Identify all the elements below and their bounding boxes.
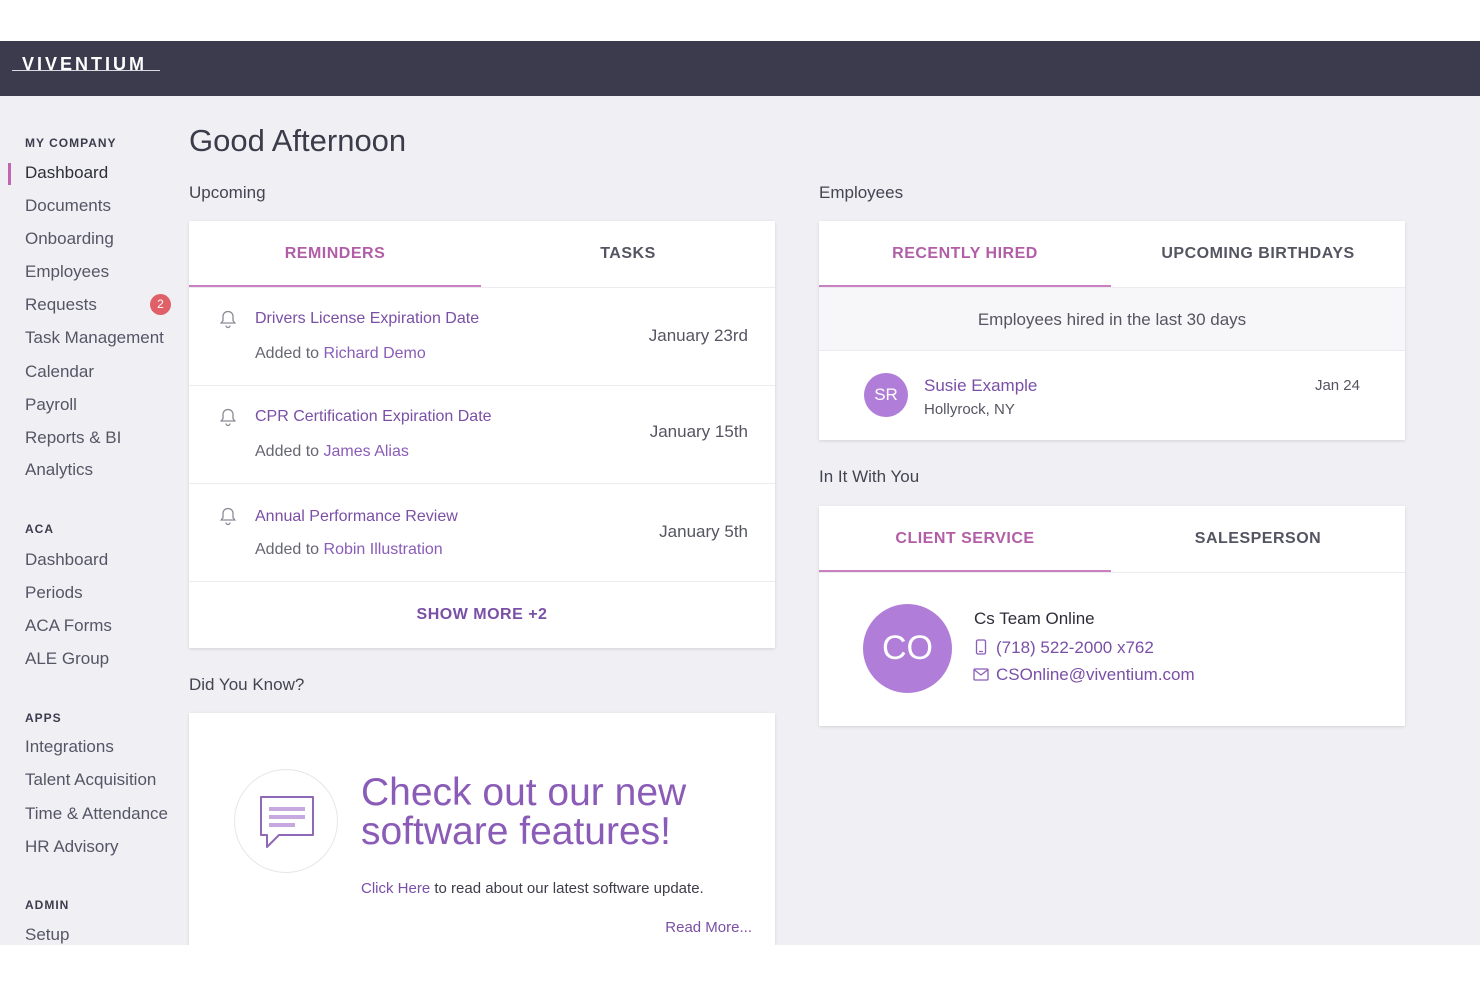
sidebar-item-periods[interactable]: Periods — [25, 583, 83, 603]
hire-date: Jan 24 — [1314, 377, 1360, 394]
added-to-label: Added to — [255, 345, 320, 362]
reminder-subtitle: Added to Robin Illustration — [255, 541, 443, 559]
logo-underline — [12, 70, 160, 71]
hired-subtitle-bar: Employees hired in the last 30 days — [819, 287, 1405, 351]
top-bar: VIVENTIUM — [0, 41, 1480, 96]
sidebar-item-hr-advisory[interactable]: HR Advisory — [25, 837, 119, 857]
section-title-aca: ACA — [25, 522, 54, 536]
viventium-logo[interactable]: VIVENTIUM — [22, 54, 147, 75]
sidebar-item-talent-acquisition[interactable]: Talent Acquisition — [25, 770, 156, 790]
feature-headline-line-2: software features! — [361, 810, 671, 853]
section-title-my-company: MY COMPANY — [25, 136, 117, 150]
reminder-person-link[interactable]: James Alias — [324, 443, 409, 460]
reminder-person-link[interactable]: Richard Demo — [324, 345, 426, 362]
reminder-date: January 5th — [659, 522, 748, 541]
added-to-label: Added to — [255, 443, 320, 460]
tab-client-service[interactable]: CLIENT SERVICE — [819, 506, 1111, 572]
reminder-subtitle: Added to James Alias — [255, 443, 409, 461]
tab-recently-hired[interactable]: RECENTLY HIRED — [819, 221, 1111, 287]
in-it-with-you-label: In It With You — [819, 467, 920, 486]
sidebar-item-setup[interactable]: Setup — [25, 925, 69, 945]
hired-subtitle: Employees hired in the last 30 days — [977, 310, 1247, 329]
employee-location: Hollyrock, NY — [924, 401, 1015, 418]
upcoming-card: REMINDERS TASKS Drivers License Expirati… — [189, 221, 775, 648]
section-title-admin: ADMIN — [25, 898, 70, 912]
reminder-title[interactable]: CPR Certification Expiration Date — [255, 408, 492, 426]
phone-icon — [975, 639, 987, 655]
requests-count-badge: 2 — [150, 294, 171, 315]
employees-card: RECENTLY HIRED UPCOMING BIRTHDAYS Employ… — [819, 221, 1405, 440]
reminder-subtitle: Added to Richard Demo — [255, 345, 426, 363]
employee-name-link[interactable]: Susie Example — [924, 376, 1037, 396]
chat-bubble-icon — [260, 796, 314, 848]
reminder-title[interactable]: Drivers License Expiration Date — [255, 310, 479, 328]
sidebar-item-documents[interactable]: Documents — [25, 196, 111, 216]
bell-icon — [219, 310, 237, 329]
sidebar-item-aca-forms[interactable]: ACA Forms — [25, 616, 112, 636]
feature-description: Click Here to read about our latest soft… — [361, 880, 704, 897]
sidebar-item-requests[interactable]: Requests — [25, 295, 97, 315]
feature-description-text: to read about our latest software update… — [434, 880, 704, 897]
employees-label: Employees — [819, 183, 904, 202]
reminder-person-link[interactable]: Robin Illustration — [324, 541, 443, 558]
tab-upcoming-birthdays[interactable]: UPCOMING BIRTHDAYS — [1111, 221, 1405, 287]
avatar: CO — [863, 604, 952, 693]
click-here-link[interactable]: Click Here — [361, 880, 430, 897]
section-title-apps: APPS — [25, 711, 62, 725]
upcoming-label: Upcoming — [189, 183, 266, 202]
sidebar-item-calendar[interactable]: Calendar — [25, 362, 94, 382]
contact-name: Cs Team Online — [974, 609, 1095, 628]
row-divider — [189, 483, 775, 484]
feature-icon-circle — [234, 769, 338, 873]
sidebar-item-dashboard[interactable]: Dashboard — [25, 163, 108, 183]
bell-icon — [219, 408, 237, 427]
page-title: Good Afternoon — [189, 123, 407, 158]
feature-headline-line-1: Check out our new — [361, 771, 687, 814]
mail-icon — [973, 668, 989, 681]
in-it-with-you-card: CLIENT SERVICE SALESPERSON CO Cs Team On… — [819, 506, 1405, 726]
bell-icon — [219, 507, 237, 526]
sidebar-item-reports-bi[interactable]: Reports & BI — [25, 428, 121, 448]
did-you-know-label: Did You Know? — [189, 675, 305, 694]
sidebar-item-employees[interactable]: Employees — [25, 262, 109, 282]
sidebar-item-task-management[interactable]: Task Management — [25, 328, 164, 348]
sidebar-item-payroll[interactable]: Payroll — [25, 395, 77, 415]
tab-divider — [819, 572, 1405, 573]
did-you-know-card: Check out our new software features! Cli… — [189, 713, 775, 945]
sidebar-item-analytics[interactable]: Analytics — [25, 460, 93, 480]
tab-divider — [189, 287, 775, 288]
added-to-label: Added to — [255, 541, 320, 558]
active-indicator — [8, 163, 11, 185]
sidebar-item-ale-group[interactable]: ALE Group — [25, 649, 109, 669]
read-more-link[interactable]: Read More... — [665, 919, 752, 936]
row-divider — [189, 581, 775, 582]
show-more-button[interactable]: SHOW MORE +2 — [189, 606, 775, 624]
contact-email-link[interactable]: CSOnline@viventium.com — [996, 665, 1195, 685]
tab-salesperson[interactable]: SALESPERSON — [1111, 506, 1405, 572]
sidebar: MY COMPANY Dashboard Documents Onboardin… — [0, 96, 189, 945]
app-frame: VIVENTIUM MY COMPANY Dashboard Documents… — [0, 41, 1480, 945]
row-divider — [189, 385, 775, 386]
reminder-date: January 23rd — [648, 326, 748, 345]
sidebar-item-time-attendance[interactable]: Time & Attendance — [25, 804, 168, 824]
reminder-date: January 15th — [649, 422, 748, 441]
sidebar-item-onboarding[interactable]: Onboarding — [25, 229, 114, 249]
sidebar-item-aca-dashboard[interactable]: Dashboard — [25, 550, 108, 570]
tab-tasks[interactable]: TASKS — [481, 221, 775, 287]
contact-phone-link[interactable]: (718) 522-2000 x762 — [996, 638, 1154, 658]
avatar: SR — [864, 373, 908, 417]
sidebar-item-integrations[interactable]: Integrations — [25, 737, 114, 757]
reminder-title[interactable]: Annual Performance Review — [255, 508, 458, 526]
tab-reminders[interactable]: REMINDERS — [189, 221, 481, 287]
